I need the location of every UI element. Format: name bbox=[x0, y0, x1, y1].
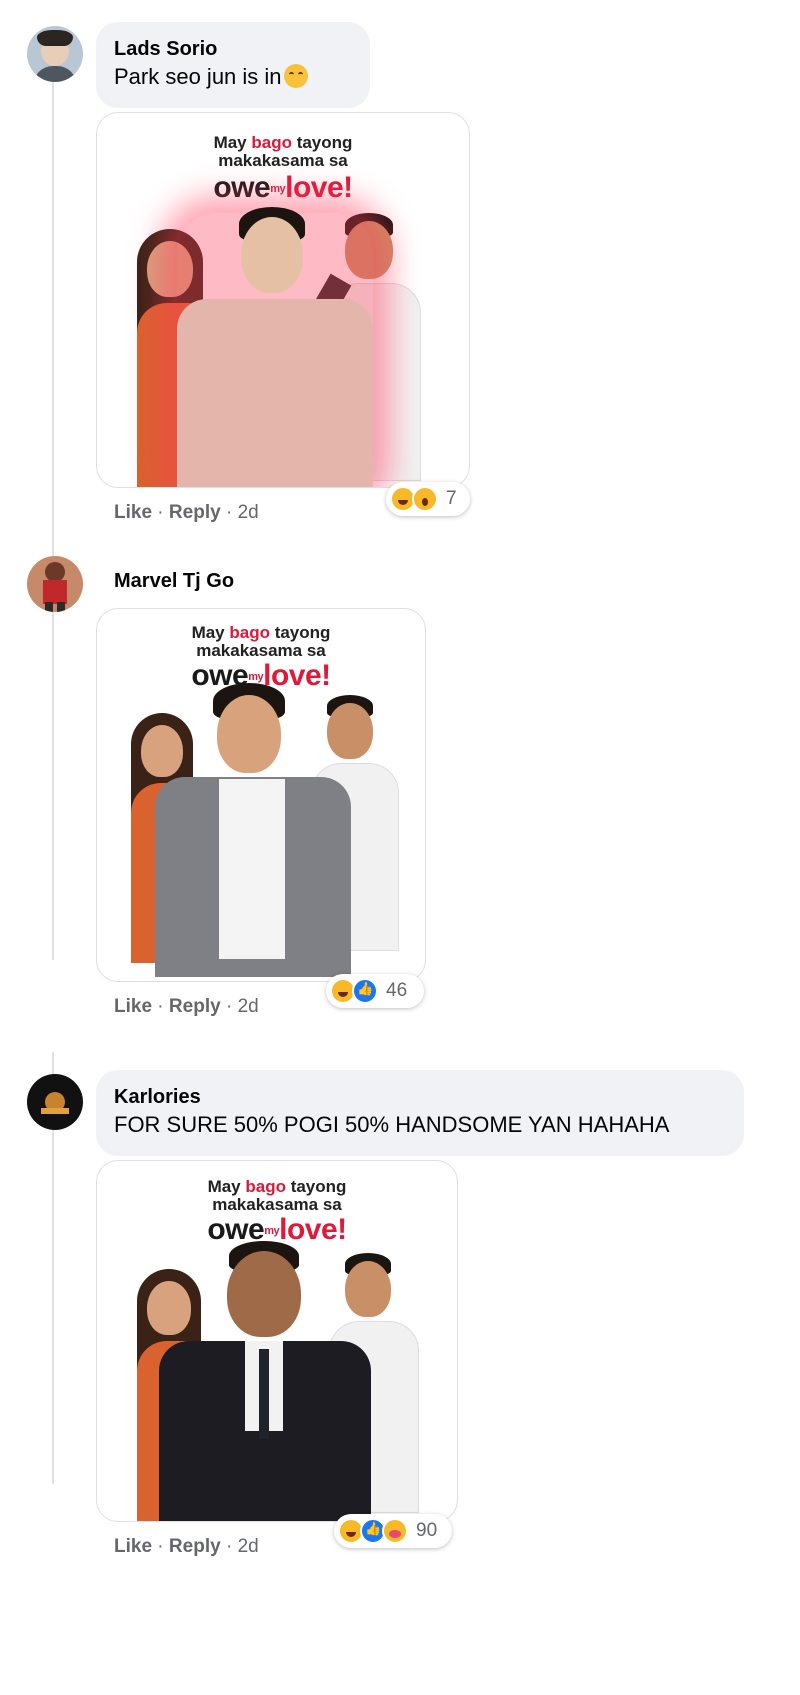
reply-link[interactable]: Reply bbox=[169, 1536, 221, 1557]
comment-time[interactable]: 2d bbox=[238, 996, 259, 1017]
attached-poster-image[interactable]: May bago tayong makakasama sa owemylove! bbox=[96, 112, 470, 488]
reaction-summary[interactable]: 7 bbox=[386, 482, 470, 516]
reply-link[interactable]: Reply bbox=[169, 996, 221, 1017]
avatar[interactable] bbox=[27, 26, 83, 82]
poster-headline: May bago tayong bbox=[207, 1177, 347, 1196]
comment-actions: Like · Reply · 2d bbox=[114, 996, 259, 1017]
like-icon bbox=[352, 978, 378, 1004]
reaction-count: 7 bbox=[446, 488, 457, 509]
attached-poster-image[interactable]: May bago tayong makakasama sa owemylove! bbox=[96, 1160, 458, 1522]
comment-author[interactable]: Lads Sorio bbox=[114, 36, 350, 62]
poster-headline: May bago tayong bbox=[191, 623, 331, 642]
poster-subline: makakasama sa bbox=[218, 151, 348, 170]
reaction-summary[interactable]: 90 bbox=[334, 1514, 452, 1548]
poster-subline: makakasama sa bbox=[212, 1195, 342, 1214]
care-icon bbox=[382, 1518, 408, 1544]
poster-subline: makakasama sa bbox=[196, 641, 326, 660]
like-link[interactable]: Like bbox=[114, 996, 152, 1017]
comment-text: FOR SURE 50% POGI 50% HANDSOME YAN HAHAH… bbox=[114, 1112, 670, 1137]
comment-text: Park seo jun is in bbox=[114, 62, 350, 92]
reaction-count: 46 bbox=[386, 980, 408, 1001]
comment-actions: Like · Reply · 2d bbox=[114, 1536, 259, 1557]
avatar[interactable] bbox=[27, 1074, 83, 1130]
comment-time[interactable]: 2d bbox=[238, 1536, 259, 1557]
like-link[interactable]: Like bbox=[114, 1536, 152, 1557]
reply-link[interactable]: Reply bbox=[169, 502, 221, 523]
poster-brand: owemylove! bbox=[213, 171, 353, 204]
like-link[interactable]: Like bbox=[114, 502, 152, 523]
poster-headline: May bago tayong bbox=[213, 133, 353, 152]
comment-author[interactable]: Karlories bbox=[114, 1084, 724, 1110]
comment-time[interactable]: 2d bbox=[238, 502, 259, 523]
avatar[interactable] bbox=[27, 556, 83, 612]
reaction-count: 90 bbox=[416, 1520, 438, 1541]
reaction-summary[interactable]: 46 bbox=[326, 974, 424, 1008]
attached-poster-image[interactable]: May bago tayong makakasama sa owemylove! bbox=[96, 608, 426, 982]
wow-icon bbox=[412, 486, 438, 512]
comment-actions: Like · Reply · 2d bbox=[114, 502, 259, 523]
grin-emoji-icon bbox=[283, 64, 308, 88]
comment-bubble: Karlories FOR SURE 50% POGI 50% HANDSOME… bbox=[96, 1070, 744, 1156]
comment-author[interactable]: Marvel Tj Go bbox=[114, 570, 234, 593]
comment-bubble: Lads Sorio Park seo jun is in bbox=[96, 22, 370, 108]
thread-line bbox=[52, 80, 54, 960]
